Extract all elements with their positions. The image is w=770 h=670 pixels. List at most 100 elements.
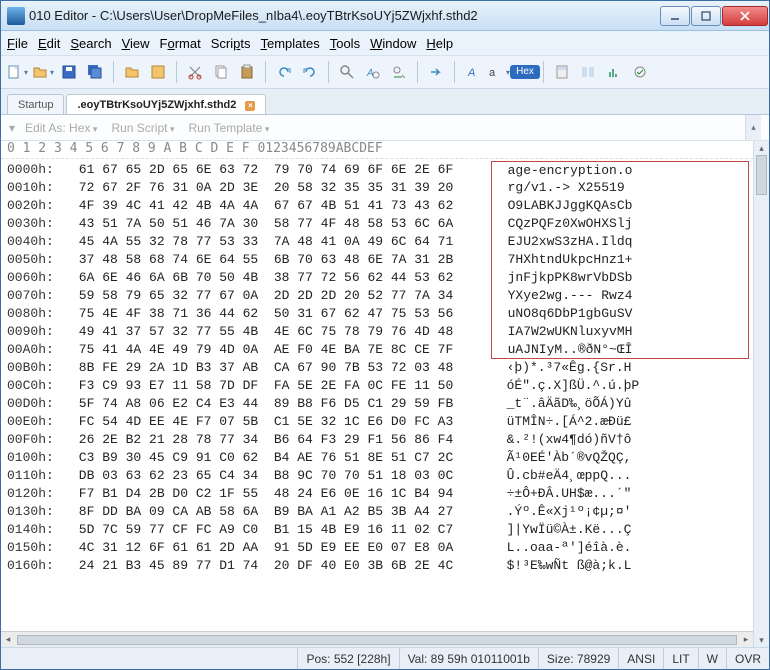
- new-file-button[interactable]: [5, 60, 29, 84]
- tab-startup[interactable]: Startup: [7, 94, 64, 114]
- hex-row[interactable]: 00B0h: 8B FE 29 2A 1D B3 37 AB CA 67 90 …: [7, 359, 749, 377]
- hex-bytes[interactable]: 61 67 65 2D 65 6E 63 72 79 70 74 69 6F 6…: [71, 161, 491, 179]
- hex-ascii[interactable]: _t¨.âÄãD‰¸öÕÁ)Yû: [491, 395, 749, 413]
- hex-row[interactable]: 0000h: 61 67 65 2D 65 6E 63 72 79 70 74 …: [7, 161, 749, 179]
- hex-row[interactable]: 0130h: 8F DD BA 09 CA AB 58 6A B9 BA A1 …: [7, 503, 749, 521]
- hex-bytes[interactable]: 75 41 4A 4E 49 79 4D 0A AE F0 4E BA 7E 8…: [71, 341, 491, 359]
- run-script-dropdown[interactable]: Run Script: [111, 121, 174, 135]
- h-scrollbar[interactable]: ◂ ▸: [1, 631, 753, 647]
- hex-bytes[interactable]: 4F 39 4C 41 42 4B 4A 4A 67 67 4B 51 41 7…: [71, 197, 491, 215]
- hex-row[interactable]: 0050h: 37 48 58 68 74 6E 64 55 6B 70 63 …: [7, 251, 749, 269]
- save-as-button[interactable]: [146, 60, 170, 84]
- replace-button[interactable]: [387, 60, 411, 84]
- menu-tools[interactable]: Tools: [330, 36, 360, 51]
- hex-row[interactable]: 00F0h: 26 2E B2 21 28 78 77 34 B6 64 F3 …: [7, 431, 749, 449]
- tab-active-file[interactable]: .eoyTBtrKsoUYj5ZWjxhf.sthd2 ×: [66, 94, 266, 114]
- v-scroll-thumb[interactable]: [756, 155, 767, 195]
- hex-bytes[interactable]: 59 58 79 65 32 77 67 0A 2D 2D 2D 20 52 7…: [71, 287, 491, 305]
- hex-row[interactable]: 00A0h: 75 41 4A 4E 49 79 4D 0A AE F0 4E …: [7, 341, 749, 359]
- hex-row[interactable]: 0160h: 24 21 B3 45 89 77 D1 74 20 DF 40 …: [7, 557, 749, 575]
- menu-scripts[interactable]: Scripts: [211, 36, 251, 51]
- find-button[interactable]: [335, 60, 359, 84]
- hex-row[interactable]: 0140h: 5D 7C 59 77 CF FC A9 C0 B1 15 4B …: [7, 521, 749, 539]
- hex-bytes[interactable]: 4C 31 12 6F 61 61 2D AA 91 5D E9 EE E0 0…: [71, 539, 491, 557]
- hex-ascii[interactable]: ‹þ)*.³7«Êg.{Sr.H: [491, 359, 749, 377]
- compare-button[interactable]: [576, 60, 600, 84]
- menu-search[interactable]: Search: [70, 36, 111, 51]
- status-write[interactable]: W: [698, 648, 726, 669]
- hex-row[interactable]: 0090h: 49 41 37 57 32 77 55 4B 4E 6C 75 …: [7, 323, 749, 341]
- status-ovr[interactable]: OVR: [726, 648, 769, 669]
- h-scroll-thumb[interactable]: [17, 635, 737, 645]
- hex-mode-button[interactable]: Hex: [513, 60, 537, 84]
- find-text-button[interactable]: A: [361, 60, 385, 84]
- hex-ascii[interactable]: YXye2wg.--- Rwz4: [491, 287, 749, 305]
- undo-button[interactable]: [272, 60, 296, 84]
- open-folder-button[interactable]: [120, 60, 144, 84]
- hex-ascii[interactable]: uNO8q6DbP1gbGuSV: [491, 305, 749, 323]
- hex-row[interactable]: 0080h: 75 4E 4F 38 71 36 44 62 50 31 67 …: [7, 305, 749, 323]
- open-file-button[interactable]: [31, 60, 55, 84]
- hex-ascii[interactable]: &.²!(xw4¶dó)ñV†ô: [491, 431, 749, 449]
- save-all-button[interactable]: [83, 60, 107, 84]
- hex-bytes[interactable]: 49 41 37 57 32 77 55 4B 4E 6C 75 78 79 7…: [71, 323, 491, 341]
- hex-ascii[interactable]: uAJNIyM..®ðN°~ŒÎ: [491, 341, 749, 359]
- checksum-button[interactable]: [628, 60, 652, 84]
- calculator-button[interactable]: [550, 60, 574, 84]
- histogram-button[interactable]: [602, 60, 626, 84]
- edit-as-dropdown[interactable]: Edit As: Hex: [25, 121, 97, 135]
- hex-bytes[interactable]: DB 03 63 62 23 65 C4 34 B8 9C 70 70 51 1…: [71, 467, 491, 485]
- hex-ascii[interactable]: ]|YwÏü©À±.Kë...Ç: [491, 521, 749, 539]
- hex-bytes[interactable]: 72 67 2F 76 31 0A 2D 3E 20 58 32 35 35 3…: [71, 179, 491, 197]
- menu-view[interactable]: View: [122, 36, 150, 51]
- font-button[interactable]: a: [487, 60, 511, 84]
- hex-bytes[interactable]: 37 48 58 68 74 6E 64 55 6B 70 63 48 6E 7…: [71, 251, 491, 269]
- status-encoding[interactable]: ANSI: [618, 648, 663, 669]
- hex-bytes[interactable]: 8F DD BA 09 CA AB 58 6A B9 BA A1 A2 B5 3…: [71, 503, 491, 521]
- hex-bytes[interactable]: C3 B9 30 45 C9 91 C0 62 B4 AE 76 51 8E 5…: [71, 449, 491, 467]
- hex-ascii[interactable]: L..oaa-ª']éîà.è.: [491, 539, 749, 557]
- sub-scroll-up[interactable]: ▴: [745, 115, 761, 140]
- menu-help[interactable]: Help: [426, 36, 453, 51]
- hex-ascii[interactable]: O9LABKJJggKQAsCb: [491, 197, 749, 215]
- hex-row[interactable]: 0110h: DB 03 63 62 23 65 C4 34 B8 9C 70 …: [7, 467, 749, 485]
- hex-row[interactable]: 0070h: 59 58 79 65 32 77 67 0A 2D 2D 2D …: [7, 287, 749, 305]
- cut-button[interactable]: [183, 60, 207, 84]
- hex-body[interactable]: 0000h: 61 67 65 2D 65 6E 63 72 79 70 74 …: [1, 159, 753, 631]
- hex-ascii[interactable]: ÷±Ô+ÐÂ.UH$æ...´": [491, 485, 749, 503]
- hex-bytes[interactable]: 5D 7C 59 77 CF FC A9 C0 B1 15 4B E9 16 1…: [71, 521, 491, 539]
- menu-window[interactable]: Window: [370, 36, 416, 51]
- redo-button[interactable]: [298, 60, 322, 84]
- paste-button[interactable]: [235, 60, 259, 84]
- v-scroll-up[interactable]: ▴: [754, 141, 769, 155]
- hex-row[interactable]: 0010h: 72 67 2F 76 31 0A 2D 3E 20 58 32 …: [7, 179, 749, 197]
- hex-bytes[interactable]: F3 C9 93 E7 11 58 7D DF FA 5E 2E FA 0C F…: [71, 377, 491, 395]
- hex-ascii[interactable]: $!³E‰wÑt ß@à;k.L: [491, 557, 749, 575]
- hex-bytes[interactable]: 6A 6E 46 6A 6B 70 50 4B 38 77 72 56 62 4…: [71, 269, 491, 287]
- hex-row[interactable]: 0120h: F7 B1 D4 2B D0 C2 1F 55 48 24 E6 …: [7, 485, 749, 503]
- hex-row[interactable]: 0100h: C3 B9 30 45 C9 91 C0 62 B4 AE 76 …: [7, 449, 749, 467]
- hex-bytes[interactable]: 43 51 7A 50 51 46 7A 30 58 77 4F 48 58 5…: [71, 215, 491, 233]
- hex-bytes[interactable]: 5F 74 A8 06 E2 C4 E3 44 89 B8 F6 D5 C1 2…: [71, 395, 491, 413]
- highlight-button[interactable]: A: [461, 60, 485, 84]
- hex-bytes[interactable]: 24 21 B3 45 89 77 D1 74 20 DF 40 E0 3B 6…: [71, 557, 491, 575]
- tab-close-icon[interactable]: ×: [245, 101, 255, 111]
- hex-row[interactable]: 0060h: 6A 6E 46 6A 6B 70 50 4B 38 77 72 …: [7, 269, 749, 287]
- hex-ascii[interactable]: .Ýº.Ê«Xj¹º¡¢µ;¤': [491, 503, 749, 521]
- hex-bytes[interactable]: 8B FE 29 2A 1D B3 37 AB CA 67 90 7B 53 7…: [71, 359, 491, 377]
- menu-format[interactable]: Format: [160, 36, 201, 51]
- v-scrollbar[interactable]: ▴ ▾: [753, 141, 769, 647]
- hex-row[interactable]: 0040h: 45 4A 55 32 78 77 53 33 7A 48 41 …: [7, 233, 749, 251]
- hex-bytes[interactable]: F7 B1 D4 2B D0 C2 1F 55 48 24 E6 0E 16 1…: [71, 485, 491, 503]
- minimize-button[interactable]: [660, 6, 690, 26]
- hex-ascii[interactable]: óÉ".ç.X]ßÜ.^.ú.þP: [491, 377, 749, 395]
- hex-ascii[interactable]: jnFjkpPK8wrVbDSb: [491, 269, 749, 287]
- maximize-button[interactable]: [691, 6, 721, 26]
- hex-ascii[interactable]: IA7W2wUKNluxyvMH: [491, 323, 749, 341]
- menu-file[interactable]: File: [7, 36, 28, 51]
- close-button[interactable]: [722, 6, 768, 26]
- menu-edit[interactable]: Edit: [38, 36, 60, 51]
- hex-row[interactable]: 00D0h: 5F 74 A8 06 E2 C4 E3 44 89 B8 F6 …: [7, 395, 749, 413]
- hex-bytes[interactable]: 26 2E B2 21 28 78 77 34 B6 64 F3 29 F1 5…: [71, 431, 491, 449]
- hex-ascii[interactable]: rg/v1.-> X25519: [491, 179, 749, 197]
